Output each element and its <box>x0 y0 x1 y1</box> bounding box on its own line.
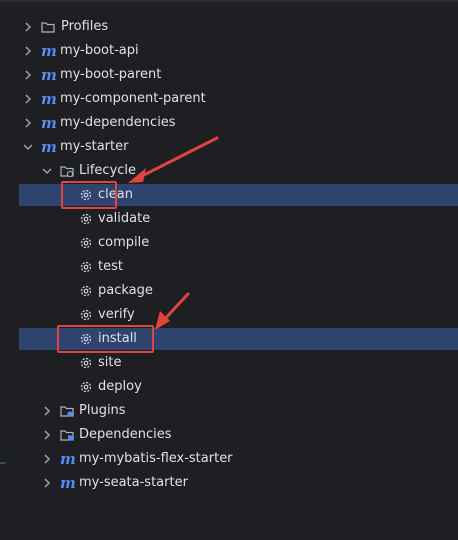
tree-node-label: validate <box>98 211 151 226</box>
lifecycle-folder-icon <box>60 166 74 178</box>
tree-node-label: my-component-parent <box>60 91 206 106</box>
left-gutter <box>0 462 6 464</box>
chevron-right-icon[interactable] <box>42 406 52 416</box>
highlight-box-install <box>57 325 154 353</box>
tree-node-my-dependencies[interactable]: m my-dependencies <box>0 112 458 134</box>
tree-node-label: my-mybatis-flex-starter <box>79 451 233 466</box>
tree-node-profiles[interactable]: Profiles <box>0 16 458 38</box>
lifecycle-goal-compile[interactable]: compile <box>0 232 458 254</box>
tree-node-label: my-starter <box>60 139 129 154</box>
maven-icon: m <box>41 42 57 60</box>
chevron-right-icon[interactable] <box>23 46 33 56</box>
highlight-box-clean <box>61 181 117 209</box>
tree-node-label: my-boot-api <box>60 43 139 58</box>
maven-icon: m <box>41 66 57 84</box>
gear-icon <box>80 309 92 321</box>
lifecycle-goal-deploy[interactable]: deploy <box>0 376 458 398</box>
tree-node-plugins[interactable]: Plugins <box>0 400 458 422</box>
plugins-folder-icon <box>60 406 74 417</box>
maven-tool-window-tree: Profiles m my-boot-api m my-boot-parent … <box>0 0 458 540</box>
maven-icon: m <box>60 474 76 492</box>
dependencies-folder-icon <box>60 430 74 441</box>
tree-node-label: Dependencies <box>79 427 172 442</box>
tree-node-label: site <box>98 355 122 370</box>
chevron-right-icon[interactable] <box>42 430 52 440</box>
chevron-right-icon[interactable] <box>23 22 33 32</box>
tree-node-label: compile <box>98 235 150 250</box>
lifecycle-goal-site[interactable]: site <box>0 352 458 374</box>
tree-node-label: verify <box>98 307 135 322</box>
chevron-down-icon[interactable] <box>23 142 33 152</box>
toolbar-strip <box>0 0 458 2</box>
tree-node-label: Lifecycle <box>79 163 137 178</box>
lifecycle-goal-package[interactable]: package <box>0 280 458 302</box>
tree-node-label: deploy <box>98 379 142 394</box>
tree-node-dependencies[interactable]: Dependencies <box>0 424 458 446</box>
lifecycle-goal-verify[interactable]: verify <box>0 304 458 326</box>
chevron-right-icon[interactable] <box>42 478 52 488</box>
gear-icon <box>80 357 92 369</box>
tree-node-my-mybatis-flex-starter[interactable]: m my-mybatis-flex-starter <box>0 448 458 470</box>
maven-icon: m <box>41 90 57 108</box>
tree-node-label: package <box>98 283 153 298</box>
lifecycle-goal-test[interactable]: test <box>0 256 458 278</box>
tree-node-label: my-dependencies <box>60 115 176 130</box>
chevron-right-icon[interactable] <box>23 94 33 104</box>
tree-node-label: my-seata-starter <box>79 475 188 490</box>
tree-node-label: Plugins <box>79 403 126 418</box>
chevron-right-icon[interactable] <box>23 118 33 128</box>
chevron-right-icon[interactable] <box>23 70 33 80</box>
maven-icon: m <box>41 138 57 156</box>
folder-icon <box>41 22 55 33</box>
gear-icon <box>80 237 92 249</box>
chevron-down-icon[interactable] <box>42 166 52 176</box>
gear-icon <box>80 381 92 393</box>
chevron-right-icon[interactable] <box>42 454 52 464</box>
lifecycle-goal-validate[interactable]: validate <box>0 208 458 230</box>
tree-node-label: my-boot-parent <box>60 67 162 82</box>
tree-node-label: Profiles <box>61 19 109 34</box>
gear-icon <box>80 285 92 297</box>
gear-icon <box>80 261 92 273</box>
gear-icon <box>80 213 92 225</box>
tree-node-my-boot-api[interactable]: m my-boot-api <box>0 40 458 62</box>
tree-node-my-component-parent[interactable]: m my-component-parent <box>0 88 458 110</box>
tree-node-label: test <box>98 259 123 274</box>
tree-node-my-seata-starter[interactable]: m my-seata-starter <box>0 472 458 494</box>
maven-icon: m <box>41 114 57 132</box>
tree-node-my-starter[interactable]: m my-starter <box>0 136 458 158</box>
tree-node-my-boot-parent[interactable]: m my-boot-parent <box>0 64 458 86</box>
maven-icon: m <box>60 450 76 468</box>
tree-node-lifecycle[interactable]: Lifecycle <box>0 160 458 182</box>
